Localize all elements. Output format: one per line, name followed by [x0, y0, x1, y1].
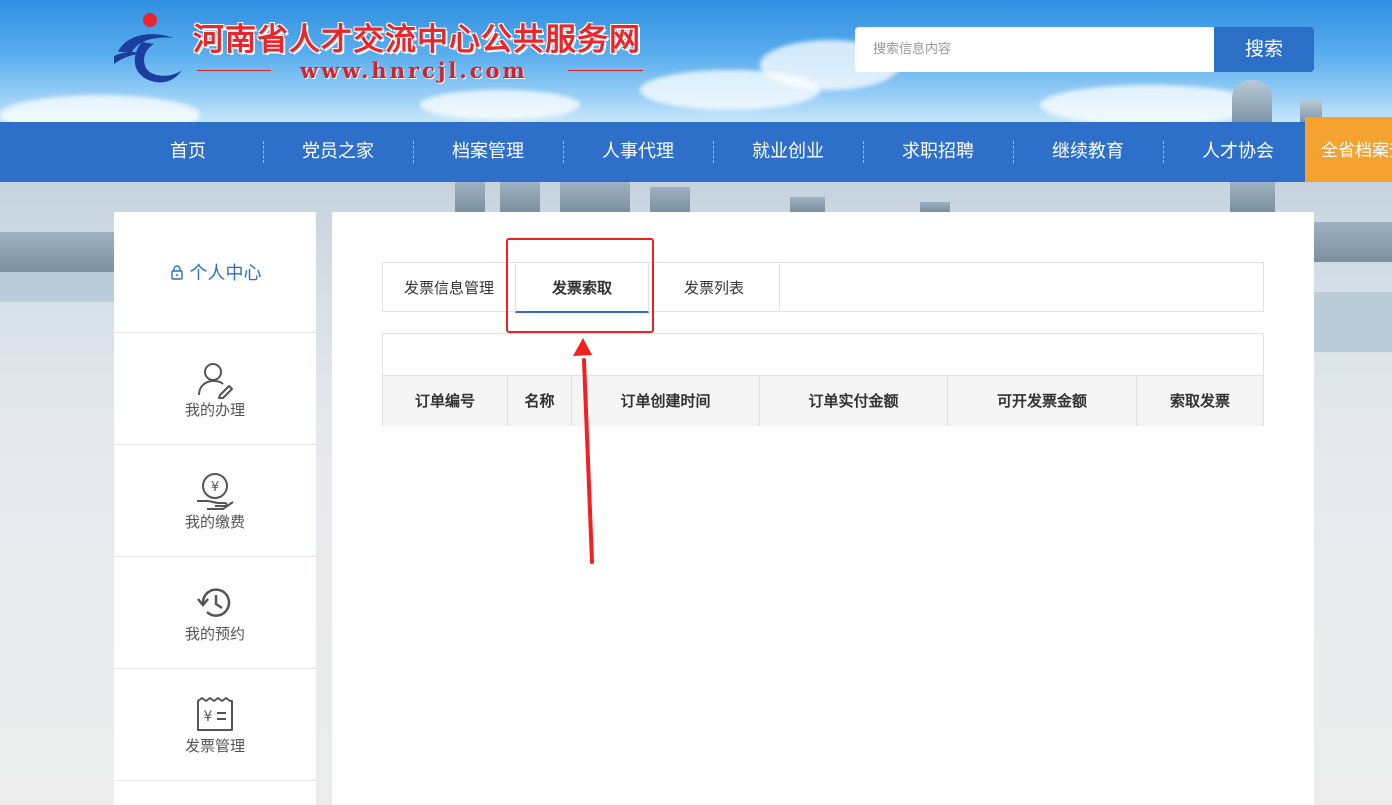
sidebar-title: 个人中心 [189, 263, 262, 284]
site-title[interactable]: 河南省人才交流中心公共服务网 [193, 14, 641, 59]
search-input[interactable] [855, 27, 1215, 72]
lock-icon [170, 265, 183, 280]
search-button[interactable]: 搜索 [1214, 27, 1314, 72]
nav-item-archives[interactable]: 档案管理 [413, 122, 563, 182]
nav-item-home[interactable]: 首页 [113, 122, 263, 182]
sidebar-item-label: 我的缴费 [184, 513, 245, 531]
tab-divider [779, 263, 780, 311]
sidebar-item-my-tasks[interactable]: 我的办理 [114, 333, 316, 445]
svg-text:¥: ¥ [211, 480, 219, 495]
tab-invoice-list[interactable]: 发票列表 [649, 263, 779, 311]
annotation-arrow [573, 338, 594, 564]
main-nav: 首页 党员之家 档案管理 人事代理 就业创业 求职招聘 继续教育 人才协会 [0, 122, 1392, 182]
column-header: 可开发票金额 [948, 376, 1137, 426]
user-edit-icon [198, 363, 233, 399]
nav-item-continuing-education[interactable]: 继续教育 [1013, 122, 1163, 182]
nav-item-archive-query[interactable]: 全省档案查 [1305, 117, 1392, 185]
sidebar-item-my-payments[interactable]: ¥ 我的缴费 [114, 445, 316, 557]
main-panel: 发票信息管理 发票索取 发票列表 订单编号 名称 订单创建时间 订单实付金额 可… [332, 212, 1314, 805]
nav-item-personnel-agency[interactable]: 人事代理 [563, 122, 713, 182]
sidebar: 个人中心 我的办理 ¥ 我的缴费 我的预约 ¥ 发票管理 [114, 212, 316, 805]
site-url: www.hnrcjl.com [300, 58, 528, 83]
svg-text:¥: ¥ [204, 709, 213, 725]
invoice-icon: ¥ [197, 697, 233, 731]
tab-invoice-info[interactable]: 发票信息管理 [383, 263, 515, 311]
sidebar-item-label: 我的办理 [184, 401, 245, 419]
sidebar-item-label: 我的预约 [184, 625, 245, 643]
column-header: 索取发票 [1169, 392, 1230, 410]
column-header: 订单编号 [383, 376, 508, 426]
history-clock-icon [197, 588, 231, 617]
sidebar-header[interactable]: 个人中心 [114, 212, 316, 333]
column-header: 订单实付金额 [760, 376, 948, 426]
nav-item-employment[interactable]: 就业创业 [713, 122, 863, 182]
orders-table: 订单编号 名称 订单创建时间 订单实付金额 可开发票金额 索取发票 [382, 333, 1264, 426]
yuan-hand-icon: ¥ [197, 473, 234, 510]
nav-item-talent-association[interactable]: 人才协会 [1163, 122, 1313, 182]
nav-item-recruitment[interactable]: 求职招聘 [863, 122, 1013, 182]
nav-item-party-home[interactable]: 党员之家 [263, 122, 413, 182]
site-logo[interactable] [112, 12, 184, 88]
table-header: 订单编号 名称 订单创建时间 订单实付金额 可开发票金额 索取发票 [383, 375, 1263, 426]
annotation-highlight-box [506, 238, 654, 333]
header-banner: 河南省人才交流中心公共服务网 www.hnrcjl.com 搜索 [0, 0, 1392, 122]
sidebar-item-invoice-management[interactable]: ¥ 发票管理 [114, 669, 316, 781]
sidebar-item-my-appointments[interactable]: 我的预约 [114, 557, 316, 669]
url-divider-left [197, 70, 271, 71]
url-divider-right [568, 70, 643, 71]
sidebar-item-label: 发票管理 [184, 737, 245, 755]
